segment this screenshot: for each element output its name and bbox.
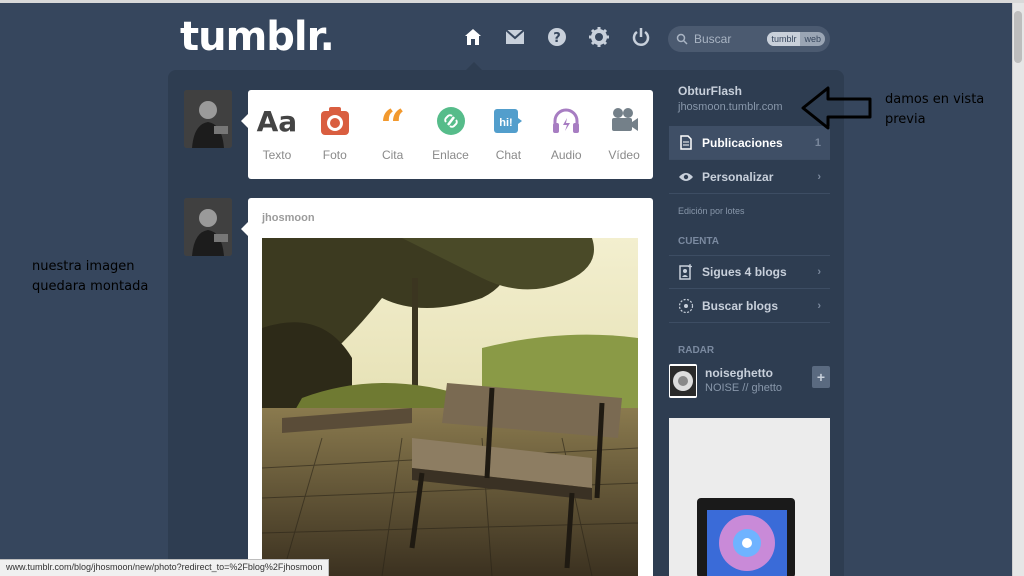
camera-icon <box>318 104 352 138</box>
power-icon[interactable] <box>630 26 652 48</box>
compass-icon <box>678 298 694 314</box>
radar-blog-avatar[interactable] <box>669 364 697 398</box>
sidebar-item-sigues[interactable]: Sigues 4 blogs › <box>669 255 830 289</box>
radar-blog-name[interactable]: noiseghetto <box>705 366 812 380</box>
post-photo[interactable] <box>262 238 638 576</box>
radar-blog-subtitle: NOISE // ghetto <box>705 382 783 394</box>
annotation-arrow-icon <box>801 86 872 130</box>
post-type-link[interactable]: Enlace <box>422 90 480 179</box>
top-nav: ? <box>462 26 652 48</box>
post-type-video[interactable]: Vídeo <box>595 90 653 179</box>
post-type-text[interactable]: Aa Texto <box>248 90 306 179</box>
sidebar-item-label: Sigues 4 blogs <box>702 265 787 279</box>
tumblr-logo[interactable]: tumblr. <box>180 14 335 60</box>
text-icon: Aa <box>256 104 298 138</box>
following-icon <box>678 264 694 280</box>
post-count: 1 <box>814 136 821 149</box>
post-type-label: Vídeo <box>608 148 640 162</box>
sidebar-item-label: Personalizar <box>702 169 774 184</box>
sidebar-item-label: Buscar blogs <box>702 298 779 313</box>
post-type-label: Foto <box>322 148 347 162</box>
follow-button[interactable]: + <box>812 366 830 388</box>
chevron-right-icon: › <box>817 266 821 278</box>
search-icon <box>676 33 688 45</box>
post-type-label: Audio <box>550 148 582 162</box>
post-card: jhosmoon <box>241 198 653 576</box>
help-icon[interactable]: ? <box>546 26 568 48</box>
post-type-chat[interactable]: hi! Chat <box>479 90 537 179</box>
sidebar-item-label: Publicaciones <box>702 135 783 150</box>
post-type-photo[interactable]: Foto <box>306 90 364 179</box>
chat-icon: hi! <box>491 104 525 138</box>
post-type-label: Chat <box>495 148 522 162</box>
annotation-text: nuestra imagen <box>32 259 135 274</box>
scrollbar-thumb[interactable] <box>1014 11 1022 63</box>
annotation-text: previa <box>885 112 926 127</box>
post-type-label: Enlace <box>432 148 469 162</box>
window-scrollbar[interactable] <box>1012 3 1024 576</box>
scope-web[interactable]: web <box>800 32 825 46</box>
search-scope-toggle[interactable]: tumblr web <box>767 32 825 46</box>
video-camera-icon <box>607 104 641 138</box>
post-type-label: Texto <box>262 148 292 162</box>
post-type-label: Cita <box>381 148 404 162</box>
post-type-audio[interactable]: Audio <box>537 90 595 179</box>
sidebar-item-buscar-blogs[interactable]: Buscar blogs › <box>669 289 830 323</box>
sidebar-item-edicion[interactable]: Edición por lotes <box>669 194 830 228</box>
svg-text:hi!: hi! <box>500 117 513 129</box>
headphones-icon <box>549 104 583 138</box>
svg-text:?: ? <box>553 31 561 46</box>
post-type-quote[interactable]: “ Cita <box>364 90 422 179</box>
annotation-text: damos en vista <box>885 92 985 107</box>
search-input[interactable]: Buscar <box>694 32 767 46</box>
section-heading-radar: RADAR <box>678 345 715 356</box>
new-post-bar: Aa Texto Foto “ Cita Enlace hi! Chat Aud… <box>241 90 653 179</box>
radar-post-image[interactable] <box>669 418 830 576</box>
search-box[interactable]: Buscar tumblr web <box>668 26 830 52</box>
home-icon[interactable] <box>462 26 484 48</box>
document-icon <box>678 135 694 151</box>
browser-status-bar: www.tumblr.com/blog/jhosmoon/new/photo?r… <box>0 559 330 576</box>
user-avatar[interactable] <box>184 90 232 148</box>
post-author-avatar[interactable] <box>184 198 232 256</box>
annotation-text: quedara montada <box>32 279 149 294</box>
section-heading-cuenta: CUENTA <box>678 236 719 247</box>
browser-top-edge <box>0 0 1024 3</box>
annotation-left: nuestra imagen quedara montada <box>32 257 148 297</box>
chevron-right-icon: › <box>817 299 821 312</box>
chevron-right-icon: › <box>817 170 821 183</box>
quote-icon: “ <box>379 101 406 152</box>
scope-tumblr[interactable]: tumblr <box>767 32 801 46</box>
post-author[interactable]: jhosmoon <box>262 212 315 224</box>
eye-icon <box>678 169 694 185</box>
sidebar-item-personalizar[interactable]: Personalizar › <box>669 160 830 194</box>
annotation-right: damos en vista previa <box>885 90 984 130</box>
gear-icon[interactable] <box>588 26 610 48</box>
mail-icon[interactable] <box>504 26 526 48</box>
link-icon <box>434 104 468 138</box>
radar-blog: noiseghetto NOISE // ghetto + <box>669 364 830 402</box>
